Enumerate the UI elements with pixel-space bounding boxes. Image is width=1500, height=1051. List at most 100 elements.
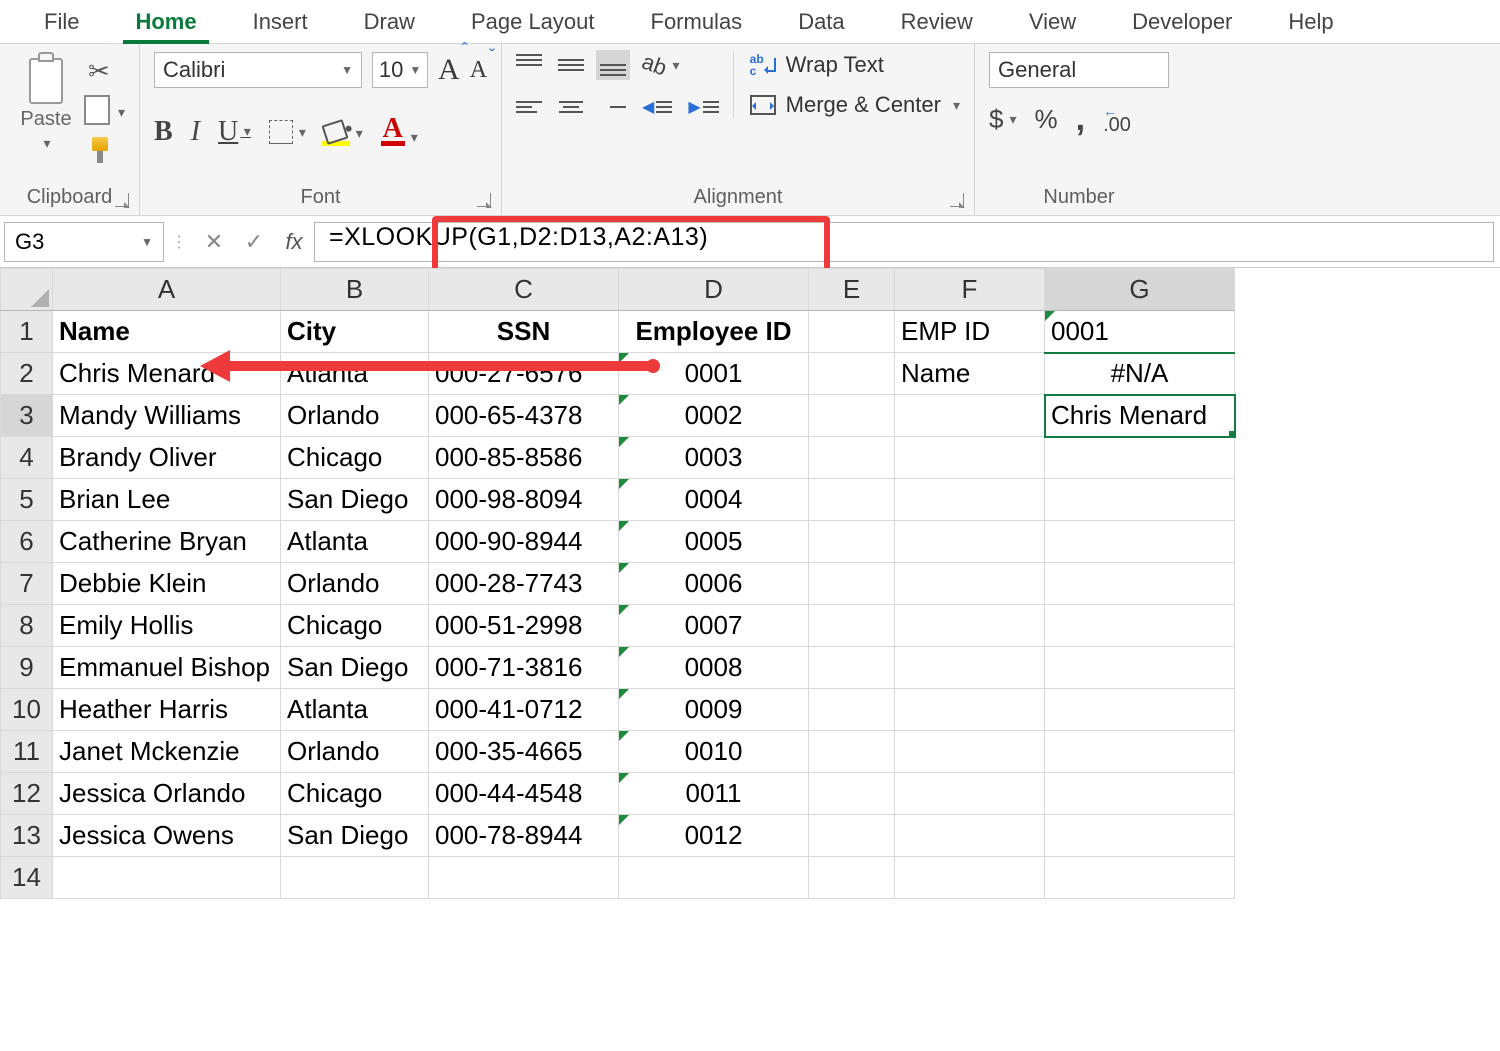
cell[interactable] xyxy=(1045,479,1235,521)
tab-home[interactable]: Home xyxy=(109,1,222,43)
increase-decimal-button[interactable]: ←.00 xyxy=(1103,106,1131,133)
col-header-B[interactable]: B xyxy=(281,269,429,311)
cell[interactable]: San Diego xyxy=(281,815,429,857)
cell[interactable]: City xyxy=(281,311,429,353)
cell[interactable]: Atlanta xyxy=(281,353,429,395)
row-header[interactable]: 7 xyxy=(1,563,53,605)
align-top-icon[interactable] xyxy=(516,54,542,76)
row-header[interactable]: 14 xyxy=(1,857,53,899)
enter-formula-button[interactable]: ✓ xyxy=(234,229,274,255)
borders-button[interactable]: ▾ xyxy=(269,120,306,144)
cell[interactable] xyxy=(895,815,1045,857)
cell[interactable] xyxy=(809,563,895,605)
align-left-icon[interactable] xyxy=(516,96,542,118)
row-header[interactable]: 11 xyxy=(1,731,53,773)
decrease-font-icon[interactable]: A xyxy=(470,57,487,84)
cell[interactable] xyxy=(895,647,1045,689)
cell[interactable]: 0011 xyxy=(619,773,809,815)
cell[interactable] xyxy=(619,857,809,899)
cell[interactable] xyxy=(429,857,619,899)
cell[interactable]: 000-98-8094 xyxy=(429,479,619,521)
cell[interactable]: 000-71-3816 xyxy=(429,647,619,689)
cell[interactable] xyxy=(1045,857,1235,899)
cell[interactable] xyxy=(895,395,1045,437)
cell[interactable]: Chicago xyxy=(281,437,429,479)
align-center-icon[interactable] xyxy=(558,96,584,118)
cell[interactable]: 000-85-8586 xyxy=(429,437,619,479)
cell[interactable] xyxy=(1045,605,1235,647)
format-painter-button[interactable] xyxy=(88,137,125,163)
dialog-launcher-icon[interactable] xyxy=(950,193,964,207)
bold-button[interactable]: B xyxy=(154,116,173,148)
font-color-button[interactable]: A▾ xyxy=(381,118,418,145)
cell[interactable] xyxy=(895,563,1045,605)
cell[interactable]: Catherine Bryan xyxy=(53,521,281,563)
col-header-D[interactable]: D xyxy=(619,269,809,311)
cell[interactable]: Chicago xyxy=(281,773,429,815)
cell[interactable]: Mandy Williams xyxy=(53,395,281,437)
decrease-indent-button[interactable]: ◀ xyxy=(642,97,672,117)
cell[interactable]: 000-41-0712 xyxy=(429,689,619,731)
cell[interactable] xyxy=(53,857,281,899)
tab-data[interactable]: Data xyxy=(772,1,870,43)
cell[interactable]: Orlando xyxy=(281,395,429,437)
col-header-E[interactable]: E xyxy=(809,269,895,311)
cell[interactable]: 0003 xyxy=(619,437,809,479)
wrap-text-button[interactable]: Wrap Text xyxy=(750,52,960,78)
cell[interactable] xyxy=(895,857,1045,899)
cell[interactable]: Orlando xyxy=(281,731,429,773)
cell[interactable] xyxy=(895,605,1045,647)
cell[interactable]: Jessica Orlando xyxy=(53,773,281,815)
cell[interactable]: #N/A xyxy=(1045,353,1235,395)
cell[interactable] xyxy=(809,647,895,689)
cell[interactable] xyxy=(809,605,895,647)
cell[interactable] xyxy=(809,857,895,899)
cell[interactable]: 000-65-4378 xyxy=(429,395,619,437)
tab-help[interactable]: Help xyxy=(1262,1,1359,43)
cell[interactable]: 0007 xyxy=(619,605,809,647)
col-header-G[interactable]: G xyxy=(1045,269,1235,311)
cell[interactable]: San Diego xyxy=(281,479,429,521)
row-header[interactable]: 2 xyxy=(1,353,53,395)
cell[interactable] xyxy=(809,395,895,437)
orientation-button[interactable]: ab▾ xyxy=(642,52,680,78)
name-box[interactable]: G3▼ xyxy=(4,222,164,262)
cell[interactable] xyxy=(281,857,429,899)
cell[interactable] xyxy=(895,479,1045,521)
row-header[interactable]: 9 xyxy=(1,647,53,689)
cell[interactable]: Atlanta xyxy=(281,689,429,731)
increase-indent-button[interactable]: ▶ xyxy=(688,97,718,117)
cell[interactable]: Jessica Owens xyxy=(53,815,281,857)
row-header[interactable]: 5 xyxy=(1,479,53,521)
cell[interactable] xyxy=(895,437,1045,479)
cell[interactable] xyxy=(1045,521,1235,563)
cell[interactable]: 0008 xyxy=(619,647,809,689)
increase-font-icon[interactable]: A xyxy=(438,53,460,87)
row-header[interactable]: 8 xyxy=(1,605,53,647)
cell[interactable] xyxy=(1045,815,1235,857)
accounting-format-button[interactable]: $▾ xyxy=(989,104,1017,135)
cell[interactable]: Name xyxy=(53,311,281,353)
cell[interactable]: Orlando xyxy=(281,563,429,605)
cell[interactable]: Employee ID xyxy=(619,311,809,353)
cell[interactable] xyxy=(1045,563,1235,605)
insert-function-button[interactable]: fx xyxy=(274,229,314,255)
font-name-combo[interactable]: Calibri▼ xyxy=(154,52,362,88)
cell[interactable] xyxy=(809,479,895,521)
cancel-formula-button[interactable]: ✕ xyxy=(194,229,234,255)
cell-selected[interactable]: Chris Menard xyxy=(1045,395,1235,437)
underline-button[interactable]: U ▾ xyxy=(218,116,251,148)
cell[interactable]: 000-90-8944 xyxy=(429,521,619,563)
cell[interactable] xyxy=(809,437,895,479)
cell[interactable] xyxy=(895,731,1045,773)
cell[interactable]: Janet Mckenzie xyxy=(53,731,281,773)
cell[interactable]: 0010 xyxy=(619,731,809,773)
cell[interactable]: 0005 xyxy=(619,521,809,563)
cell[interactable]: 0002 xyxy=(619,395,809,437)
align-right-icon[interactable] xyxy=(600,96,626,118)
tab-draw[interactable]: Draw xyxy=(338,1,441,43)
cell[interactable]: 0006 xyxy=(619,563,809,605)
cell[interactable]: EMP ID xyxy=(895,311,1045,353)
cell[interactable] xyxy=(809,815,895,857)
row-header[interactable]: 6 xyxy=(1,521,53,563)
